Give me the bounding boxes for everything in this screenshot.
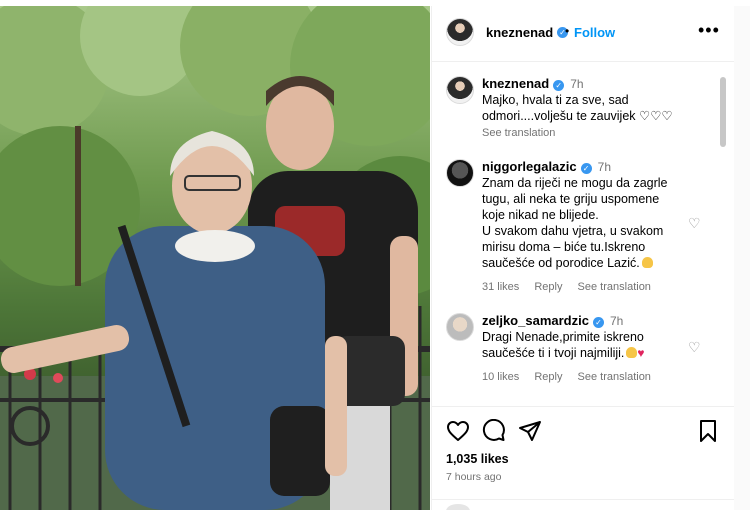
- comment-text-content: Znam da riječi ne mogu da zagrle tugu, a…: [482, 176, 668, 270]
- comment-likes[interactable]: 31 likes: [482, 281, 519, 293]
- comment-header: zeljko_samardzic ✓ 7h: [482, 313, 682, 329]
- commenter-avatar[interactable]: [446, 76, 474, 104]
- reply-button[interactable]: Reply: [534, 281, 562, 293]
- like-comment-heart-icon[interactable]: ♡: [688, 339, 701, 356]
- comment-likes[interactable]: 10 likes: [482, 371, 519, 383]
- commenter-username[interactable]: zeljko_samardzic: [482, 313, 589, 328]
- save-bookmark-icon[interactable]: [696, 419, 720, 443]
- share-paper-plane-icon[interactable]: [518, 419, 542, 443]
- see-translation-link[interactable]: See translation: [578, 371, 651, 383]
- comment-body: niggorlegalazic ✓ 7h Znam da riječi ne mog…: [482, 159, 682, 295]
- post-likes-count[interactable]: 1,035 likes: [446, 452, 509, 466]
- comment-body: kneznenad ✓ 7h Majko, hvala ti za sve, sad…: [482, 76, 682, 141]
- comments-scrollbar[interactable]: [720, 77, 726, 147]
- header-separator-dot: •: [565, 24, 570, 38]
- comment-bubble-icon[interactable]: [482, 419, 506, 443]
- verified-badge-icon: ✓: [553, 80, 565, 91]
- reply-button[interactable]: Reply: [534, 371, 562, 383]
- comment-meta: 10 likes Reply See translation: [482, 369, 682, 385]
- post-photo[interactable]: [0, 6, 430, 510]
- post-timestamp[interactable]: 7 hours ago: [446, 471, 501, 483]
- comment-time: 7h: [570, 77, 584, 91]
- commenter-avatar[interactable]: [446, 313, 474, 341]
- photo-illustration: [0, 6, 430, 510]
- comment-body: zeljko_samardzic ✓ 7h Dragi Nenade,primite…: [482, 313, 682, 385]
- comment-text: Znam da riječi ne mogu da zagrle tugu, a…: [482, 175, 682, 271]
- comment-time: 7h: [597, 160, 611, 174]
- comment-text-content: Dragi Nenade,primite iskreno saučešće ti…: [482, 330, 644, 360]
- page-right-margin: [734, 6, 750, 510]
- comment-time: 7h: [609, 314, 624, 328]
- add-comment-area[interactable]: [432, 499, 734, 510]
- more-horizontal-icon[interactable]: •••: [698, 20, 720, 41]
- see-translation-link[interactable]: See translation: [482, 125, 682, 141]
- author-avatar[interactable]: [446, 18, 474, 46]
- post-actions: 1,035 likes 7 hours ago: [432, 406, 734, 510]
- red-heart-icon: ♥: [637, 346, 645, 360]
- verified-badge-icon: ✓: [592, 317, 604, 328]
- comment-meta: 31 likes Reply See translation: [482, 279, 682, 295]
- verified-badge-icon: ✓: [580, 163, 592, 174]
- comment-text: Majko, hvala ti za sve, sad odmori....vo…: [482, 93, 673, 123]
- comments-list[interactable]: kneznenad ✓ 7h Majko, hvala ti za sve, sad…: [432, 63, 734, 403]
- commenter-username[interactable]: kneznenad: [482, 76, 549, 91]
- like-heart-icon[interactable]: [446, 419, 470, 443]
- commenter-avatar[interactable]: [446, 159, 474, 187]
- like-comment-heart-icon[interactable]: ♡: [688, 215, 701, 232]
- post-panel: kneznenad ✓ • Follow ••• kneznenad ✓ 7h Ma…: [431, 6, 734, 510]
- post-header: kneznenad ✓ • Follow •••: [432, 6, 734, 62]
- emoji-icon[interactable]: [446, 504, 470, 510]
- commenter-username[interactable]: niggorlegalazic: [482, 159, 577, 174]
- comment-text: Dragi Nenade,primite iskreno saučešće ti…: [482, 329, 682, 361]
- see-translation-link[interactable]: See translation: [578, 281, 651, 293]
- follow-button[interactable]: Follow: [574, 25, 615, 40]
- comment-header: niggorlegalazic ✓ 7h: [482, 159, 682, 175]
- author-username[interactable]: kneznenad: [486, 25, 553, 40]
- praying-hands-icon: [626, 347, 638, 358]
- praying-hands-icon: [641, 257, 653, 268]
- comment-header: kneznenad ✓ 7h: [482, 76, 682, 92]
